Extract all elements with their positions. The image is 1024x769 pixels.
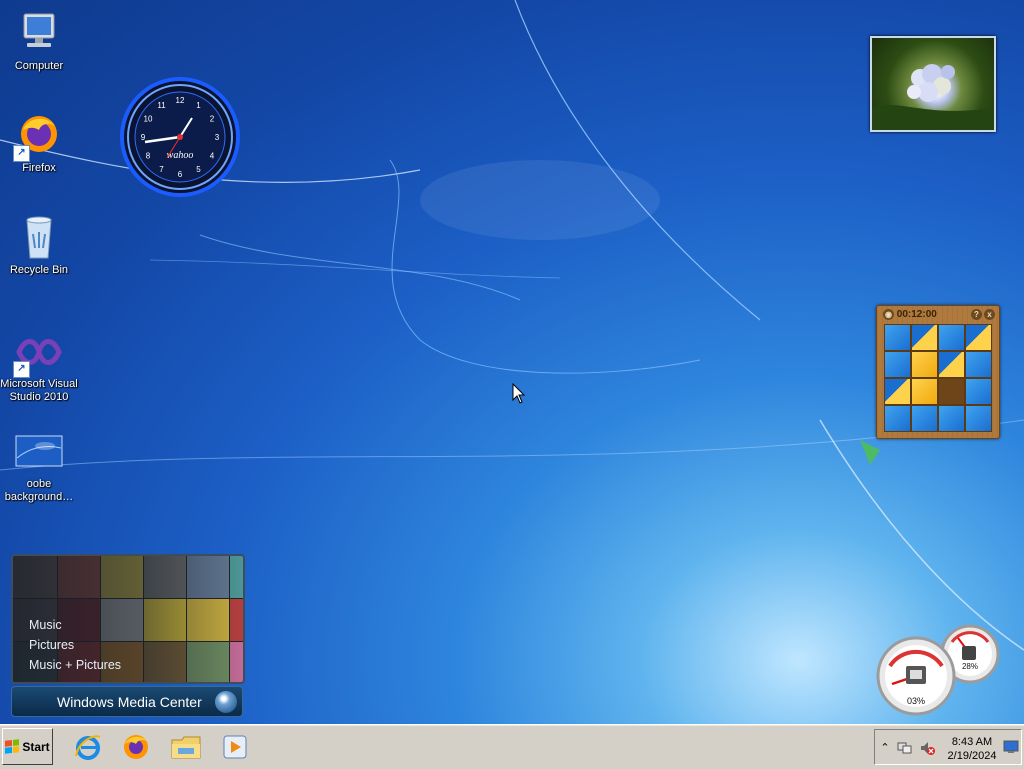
clock-numeral: 7: [159, 165, 164, 174]
puzzle-tile[interactable]: [939, 406, 964, 431]
clock-numeral: 1: [196, 101, 201, 110]
desktop-icon-label: Recycle Bin: [9, 264, 69, 276]
cpu-usage-readout: 03%: [907, 696, 925, 706]
clock-numeral: 12: [176, 96, 185, 105]
desktop-icon-visual-studio[interactable]: ↗ Microsoft Visual Studio 2010: [0, 328, 78, 404]
memory-usage-readout: 28%: [962, 662, 978, 671]
puzzle-tile[interactable]: [912, 379, 937, 404]
taskbar-time: 8:43 AM: [951, 736, 993, 748]
desktop-icon-recycle-bin[interactable]: Recycle Bin: [0, 214, 78, 277]
puzzle-grid: [884, 324, 992, 432]
show-picture-icon[interactable]: ◉: [883, 308, 894, 320]
windows-orb-icon: [215, 691, 237, 713]
media-menu-music[interactable]: Music: [29, 618, 62, 632]
clock-numeral: 3: [215, 133, 220, 142]
puzzle-tile[interactable]: [885, 379, 910, 404]
clock-numeral: 2: [210, 115, 215, 124]
desktop-icon-oobe-background[interactable]: oobe background…: [0, 428, 78, 504]
clock-numeral: 8: [146, 152, 151, 161]
image-file-icon: [15, 428, 63, 476]
desktop-icon-computer[interactable]: Computer: [0, 10, 78, 73]
puzzle-tile[interactable]: [885, 325, 910, 350]
computer-icon: [15, 10, 63, 58]
visual-studio-icon: ↗: [13, 328, 63, 378]
media-center-launch-bar[interactable]: Windows Media Center: [11, 686, 243, 717]
clock-numeral: 6: [178, 170, 183, 179]
clock-numeral: 10: [144, 115, 153, 124]
picture-puzzle-gadget[interactable]: ◉ 00:12:00 ? x: [876, 305, 1000, 439]
puzzle-tile[interactable]: [966, 406, 991, 431]
shortcut-arrow-icon: ↗: [13, 145, 30, 162]
taskbar-date: 2/19/2024: [947, 750, 997, 762]
puzzle-tile[interactable]: [912, 325, 937, 350]
mouse-cursor-icon: [512, 383, 526, 404]
desktop-icon-label: Computer: [14, 60, 64, 72]
puzzle-tile[interactable]: [939, 352, 964, 377]
show-desktop-icon[interactable]: [1003, 740, 1019, 756]
clock-gadget[interactable]: 12 1 2 3 4 5 6 7 8 9 10 11 wahoo: [119, 76, 241, 198]
desktop-icon-label: Firefox: [22, 162, 56, 174]
desktop-icon-label: oobe background…: [4, 478, 74, 503]
internet-explorer-icon: [75, 735, 101, 760]
volume-muted-icon[interactable]: [919, 740, 935, 756]
cpu-meter-gadget[interactable]: 28% 03%: [874, 620, 1002, 716]
taskbar-media-player[interactable]: [218, 730, 252, 764]
puzzle-empty-slot: [939, 379, 964, 404]
recycle-bin-icon: [15, 214, 63, 262]
slideshow-gadget-photo[interactable]: [870, 36, 996, 132]
clock-numeral: 4: [210, 152, 215, 161]
clock-numeral: 11: [157, 101, 166, 110]
clock-readout[interactable]: 8:43 AM 2/19/2024: [945, 735, 999, 763]
puzzle-tile[interactable]: [885, 352, 910, 377]
media-center-title: Windows Media Center: [57, 694, 202, 710]
puzzle-tile[interactable]: [966, 352, 991, 377]
puzzle-tile[interactable]: [912, 352, 937, 377]
puzzle-timer: 00:12:00: [896, 308, 937, 320]
file-explorer-icon: [171, 736, 201, 759]
puzzle-tile[interactable]: [912, 406, 937, 431]
show-hidden-icons-chevron-icon[interactable]: ⌃: [877, 740, 893, 756]
media-center-gadget: Music Pictures Music + Pictures: [11, 554, 245, 684]
clock-face: 121234567891011 wahoo: [120, 77, 240, 197]
puzzle-tile[interactable]: [939, 325, 964, 350]
windows-flag-icon: [5, 739, 20, 754]
media-menu-pictures[interactable]: Pictures: [29, 638, 74, 652]
puzzle-tile[interactable]: [885, 406, 910, 431]
desktop-icon-label: Microsoft Visual Studio 2010: [0, 378, 78, 403]
media-player-icon: [223, 735, 247, 759]
notification-area: ⌃ 8:43 AM 2/19/2024: [874, 729, 1022, 765]
taskbar-file-explorer[interactable]: [169, 730, 203, 764]
firefox-icon: ↗: [13, 112, 63, 162]
media-menu-music-pictures[interactable]: Music + Pictures: [29, 658, 121, 672]
puzzle-tile[interactable]: [966, 379, 991, 404]
desktop-icon-firefox[interactable]: ↗ Firefox: [0, 112, 78, 175]
clock-numeral: 9: [141, 133, 146, 142]
firefox-icon: [124, 735, 148, 759]
start-label: Start: [22, 739, 50, 754]
shortcut-arrow-icon: ↗: [13, 361, 30, 378]
puzzle-tile[interactable]: [966, 325, 991, 350]
clock-numeral: 5: [196, 165, 201, 174]
taskbar-firefox[interactable]: [119, 730, 153, 764]
taskbar: Start ⌃ 8:43 AM 2/19/2024: [0, 724, 1024, 769]
network-icon[interactable]: [897, 740, 913, 756]
puzzle-help-button[interactable]: ?: [971, 308, 982, 320]
puzzle-close-button[interactable]: x: [984, 308, 995, 320]
start-button[interactable]: Start: [2, 728, 53, 765]
taskbar-internet-explorer[interactable]: [71, 730, 105, 764]
